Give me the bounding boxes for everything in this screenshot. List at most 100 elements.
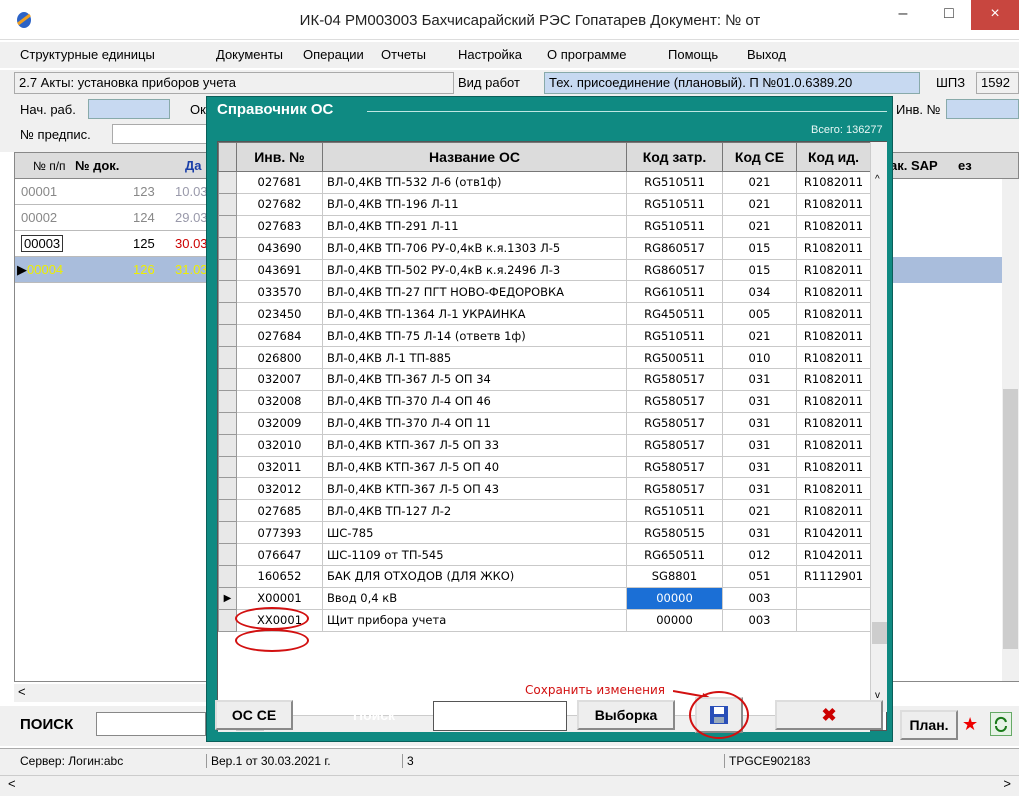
inv-number-cell[interactable]: 026800: [236, 346, 323, 370]
ce-code-cell[interactable]: 021: [722, 499, 797, 523]
row-indicator[interactable]: [218, 389, 237, 413]
inv-number-cell[interactable]: 027683: [236, 214, 323, 238]
row-indicator[interactable]: [218, 368, 237, 391]
row-indicator[interactable]: [218, 499, 237, 523]
os-table-row[interactable]: 027681 ВЛ-0,4КВ ТП-532 Л-6 (отв1ф) RG51051…: [218, 171, 871, 194]
os-name-cell[interactable]: ВЛ-0,4КВ КТП-367 Л-5 ОП 43: [322, 477, 627, 501]
os-name-cell[interactable]: ВЛ-0,4КВ ТП-367 Л-5 ОП 34: [322, 368, 627, 391]
row-indicator[interactable]: [218, 411, 237, 435]
menu-help[interactable]: Помощь: [668, 47, 718, 62]
id-code-cell[interactable]: R1082011: [796, 236, 871, 260]
inv-number-cell[interactable]: 077393: [236, 521, 323, 545]
os-table-row[interactable]: 027683 ВЛ-0,4КВ ТП-291 Л-11 RG510511 021 R10…: [218, 214, 871, 238]
cost-code-cell[interactable]: RG580517: [626, 433, 723, 457]
col-os-name[interactable]: Название ОС: [322, 142, 627, 172]
os-table-row[interactable]: 160652 БАК ДЛЯ ОТХОДОВ (ДЛЯ ЖКО) SG8801 051…: [218, 565, 871, 588]
os-name-cell[interactable]: ВЛ-0,4КВ КТП-367 Л-5 ОП 40: [322, 455, 627, 479]
row-indicator[interactable]: [218, 280, 237, 304]
os-name-cell[interactable]: ВЛ-0,4КВ ТП-27 ПГТ НОВО-ФЕДОРОВКА: [322, 280, 627, 304]
close-button[interactable]: ×: [971, 0, 1019, 30]
id-code-cell[interactable]: R1082011: [796, 499, 871, 523]
row-indicator[interactable]: [218, 171, 237, 194]
inv-number-cell[interactable]: 027681: [236, 171, 323, 194]
inv-number-cell[interactable]: 076647: [236, 543, 323, 567]
os-table-row[interactable]: 033570 ВЛ-0,4КВ ТП-27 ПГТ НОВО-ФЕДОРОВКА R…: [218, 280, 871, 304]
cost-code-cell[interactable]: RG450511: [626, 302, 723, 326]
dialog-search-input[interactable]: [433, 701, 567, 731]
inv-number-cell[interactable]: 043690: [236, 236, 323, 260]
os-table-row[interactable]: XX0001 Щит прибора учета 00000 003: [218, 608, 871, 632]
col-inv-number[interactable]: Инв. №: [236, 142, 323, 172]
id-code-cell[interactable]: R1082011: [796, 411, 871, 435]
os-table-row[interactable]: 023450 ВЛ-0,4КВ ТП-1364 Л-1 УКРАИНКА RG450…: [218, 302, 871, 326]
cost-code-cell[interactable]: SG8801: [626, 565, 723, 588]
row-indicator[interactable]: [218, 192, 237, 216]
row-indicator[interactable]: [218, 346, 237, 370]
plan-button[interactable]: План.: [900, 710, 958, 740]
main-hscroll[interactable]: < >: [0, 775, 1019, 793]
os-grid-vscroll[interactable]: ^ v: [870, 142, 887, 712]
os-name-cell[interactable]: ШС-1109 от ТП-545: [322, 543, 627, 567]
table-row-selected[interactable]: ▶ 00004 126 31.03: [15, 257, 223, 283]
cost-code-cell[interactable]: RG580517: [626, 477, 723, 501]
id-code-cell[interactable]: R1082011: [796, 433, 871, 457]
id-code-cell[interactable]: R1082011: [796, 324, 871, 348]
menu-exit[interactable]: Выход: [747, 47, 786, 62]
id-code-cell[interactable]: [796, 586, 871, 610]
menu-settings[interactable]: Настройка: [458, 47, 522, 62]
os-table-row[interactable]: 077393 ШС-785 RG580515 031 R1042011: [218, 521, 871, 545]
os-name-cell[interactable]: Ввод 0,4 кВ: [322, 586, 627, 610]
menu-structural-units[interactable]: Структурные единицы: [20, 47, 155, 62]
ce-code-cell[interactable]: 015: [722, 258, 797, 282]
id-code-cell[interactable]: [796, 608, 871, 632]
cost-code-cell[interactable]: RG860517: [626, 258, 723, 282]
start-work-field[interactable]: [88, 99, 170, 119]
row-indicator[interactable]: [218, 258, 237, 282]
os-name-cell[interactable]: ВЛ-0,4КВ ТП-532 Л-6 (отв1ф): [322, 171, 627, 194]
ce-code-cell[interactable]: 031: [722, 477, 797, 501]
id-code-cell[interactable]: R1082011: [796, 258, 871, 282]
id-code-cell[interactable]: R1042011: [796, 521, 871, 545]
os-name-cell[interactable]: ВЛ-0,4КВ ТП-370 Л-4 ОП 46: [322, 389, 627, 413]
menu-documents[interactable]: Документы: [216, 47, 283, 62]
row-indicator[interactable]: [218, 521, 237, 545]
row-indicator[interactable]: [218, 324, 237, 348]
cost-code-cell[interactable]: 00000: [626, 586, 723, 610]
os-name-cell[interactable]: ВЛ-0,4КВ ТП-291 Л-11: [322, 214, 627, 238]
os-table-row[interactable]: 043690 ВЛ-0,4КВ ТП-706 РУ-0,4кВ к.я.1303 …: [218, 236, 871, 260]
delete-button[interactable]: ✖: [775, 700, 883, 730]
ce-code-cell[interactable]: 031: [722, 389, 797, 413]
os-table-row[interactable]: 027685 ВЛ-0,4КВ ТП-127 Л-2 RG510511 021 R108…: [218, 499, 871, 523]
os-table-row[interactable]: 032007 ВЛ-0,4КВ ТП-367 Л-5 ОП 34 RG580517 0…: [218, 368, 871, 391]
col-sap[interactable]: ак. SAP: [890, 158, 938, 173]
row-indicator[interactable]: [218, 565, 237, 588]
cost-code-cell[interactable]: RG580517: [626, 455, 723, 479]
cost-code-cell[interactable]: RG510511: [626, 214, 723, 238]
os-ce-button[interactable]: ОС СЕ: [215, 700, 293, 730]
work-type-field[interactable]: Тех. присоединение (плановый). П №01.0.6…: [544, 72, 920, 94]
cost-code-cell[interactable]: RG580517: [626, 411, 723, 435]
inv-number-cell[interactable]: 032009: [236, 411, 323, 435]
inv-number-field[interactable]: [946, 99, 1019, 119]
ce-code-cell[interactable]: 031: [722, 455, 797, 479]
cost-code-cell[interactable]: RG650511: [626, 543, 723, 567]
menu-operations[interactable]: Операции: [303, 47, 364, 62]
os-name-cell[interactable]: ШС-785: [322, 521, 627, 545]
col-ce-code[interactable]: Код СЕ: [722, 142, 797, 172]
os-name-cell[interactable]: ВЛ-0,4КВ ТП-196 Л-11: [322, 192, 627, 216]
os-table-row[interactable]: 027682 ВЛ-0,4КВ ТП-196 Л-11 RG510511 021 R10…: [218, 192, 871, 216]
ce-code-cell[interactable]: 010: [722, 346, 797, 370]
inv-number-cell[interactable]: 027685: [236, 499, 323, 523]
row-pointer-icon[interactable]: ▶: [218, 586, 237, 610]
row-indicator[interactable]: [218, 608, 237, 632]
os-table-row[interactable]: 032008 ВЛ-0,4КВ ТП-370 Л-4 ОП 46 RG580517 0…: [218, 389, 871, 413]
id-code-cell[interactable]: R1082011: [796, 302, 871, 326]
os-table-row[interactable]: 076647 ШС-1109 от ТП-545 RG650511 012 R10420…: [218, 543, 871, 567]
table-row[interactable]: 00002 124 29.03: [15, 205, 223, 231]
inv-number-cell[interactable]: 023450: [236, 302, 323, 326]
col-cost-code[interactable]: Код затр.: [626, 142, 723, 172]
table-row-selected[interactable]: [884, 257, 1018, 283]
inv-number-cell[interactable]: 027682: [236, 192, 323, 216]
prescription-field[interactable]: [112, 124, 212, 144]
os-name-cell[interactable]: ВЛ-0,4КВ КТП-367 Л-5 ОП 33: [322, 433, 627, 457]
